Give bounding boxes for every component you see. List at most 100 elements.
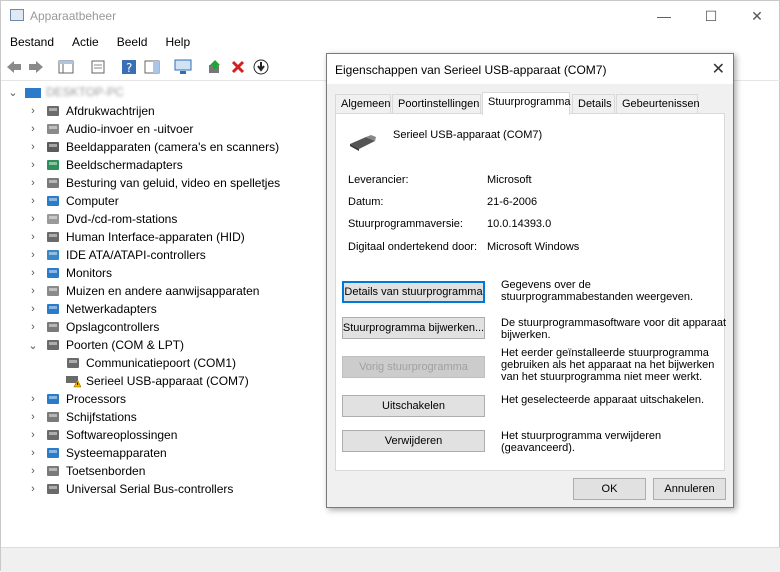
menu-beeld[interactable]: Beeld <box>108 31 157 53</box>
chevron-right-icon[interactable]: › <box>27 213 39 225</box>
tab-gebeurtenissen[interactable]: Gebeurtenissen <box>616 94 700 114</box>
menu-bestand[interactable]: Bestand <box>1 31 63 53</box>
chevron-right-icon[interactable]: › <box>27 465 39 477</box>
chevron-right-icon[interactable]: › <box>27 303 39 315</box>
tree-category[interactable]: › Human Interface-apparaten (HID) <box>27 228 245 246</box>
menu-help[interactable]: Help <box>156 31 199 53</box>
tree-category[interactable]: › Afdrukwachtrijen <box>27 102 155 120</box>
tree-item-label: Serieel USB-apparaat (COM7) <box>86 374 249 388</box>
chevron-right-icon[interactable]: › <box>27 393 39 405</box>
chevron-right-icon[interactable]: › <box>27 231 39 243</box>
uninstall-device-icon[interactable] <box>229 58 247 76</box>
minimize-button[interactable]: — <box>641 1 687 31</box>
tree-category[interactable]: › Dvd-/cd-rom-stations <box>27 210 177 228</box>
tree-item-label: Communicatiepoort (COM1) <box>86 356 237 370</box>
tree-child-item[interactable]: Serieel USB-apparaat (COM7) <box>47 372 249 390</box>
update-driver-icon[interactable] <box>206 58 224 76</box>
driver-tab-panel: Serieel USB-apparaat (COM7) Leverancier:… <box>335 113 726 471</box>
chevron-right-icon[interactable]: › <box>27 411 39 423</box>
tab-algemeen[interactable]: Algemeen <box>335 94 391 114</box>
chevron-right-icon[interactable]: › <box>27 105 39 117</box>
properties-icon[interactable] <box>89 58 107 76</box>
menu-bar: Bestand Actie Beeld Help <box>1 31 780 53</box>
maximize-button[interactable]: ☐ <box>688 1 734 31</box>
ok-button[interactable]: OK <box>573 478 646 500</box>
scan-hardware-icon[interactable] <box>174 58 192 76</box>
update-driver-button[interactable]: Stuurprogramma bijwerken... <box>342 317 485 339</box>
keyboard-icon <box>45 464 61 478</box>
chevron-right-icon[interactable]: › <box>27 249 39 261</box>
chevron-right-icon[interactable]: › <box>27 141 39 153</box>
close-button[interactable]: ✕ <box>734 1 780 31</box>
back-arrow-icon[interactable] <box>5 58 23 76</box>
tree-category[interactable]: › Besturing van geluid, video en spelletj… <box>27 174 280 192</box>
driver-details-button[interactable]: Details van stuurprogramma <box>342 281 485 303</box>
tree-category[interactable]: › IDE ATA/ATAPI-controllers <box>27 246 206 264</box>
tree-category[interactable]: › Beeldschermadapters <box>27 156 183 174</box>
tree-category[interactable]: › Toetsenborden <box>27 462 145 480</box>
tree-child-item[interactable]: Communicatiepoort (COM1) <box>47 354 236 372</box>
uninstall-driver-desc: Het stuurprogramma verwijderen (geavance… <box>501 430 662 454</box>
tree-item-label: Monitors <box>66 266 113 280</box>
computer-icon <box>45 194 61 208</box>
menu-actie[interactable]: Actie <box>63 31 108 53</box>
tree-category[interactable]: › Systeemapparaten <box>27 444 167 462</box>
tree-category[interactable]: › Audio-invoer en -uitvoer <box>27 120 193 138</box>
warning-port-icon <box>65 374 82 388</box>
tree-category[interactable]: › Computer <box>27 192 119 210</box>
chevron-right-icon[interactable]: › <box>27 429 39 441</box>
chevron-down-icon[interactable]: ⌄ <box>7 86 19 99</box>
svg-text:?: ? <box>126 61 132 75</box>
forward-arrow-icon[interactable] <box>27 58 45 76</box>
tree-category[interactable]: › Netwerkadapters <box>27 300 157 318</box>
chevron-right-icon[interactable]: › <box>27 123 39 135</box>
com-port-icon <box>65 356 81 370</box>
tree-item-label: Netwerkadapters <box>66 302 157 316</box>
prop-value-versie: 10.0.14393.0 <box>487 218 552 230</box>
tree-item-label: Besturing van geluid, video en spelletje… <box>66 176 281 190</box>
enable-device-icon[interactable] <box>252 58 270 76</box>
tree-category[interactable]: › Beeldapparaten (camera's en scanners) <box>27 138 279 156</box>
tree-category[interactable]: ⌄ Poorten (COM & LPT) <box>27 336 184 354</box>
help-icon[interactable]: ? <box>120 58 138 76</box>
tab-poortinstellingen[interactable]: Poortinstellingen <box>392 94 481 114</box>
show-hide-console-tree-icon[interactable] <box>57 58 75 76</box>
roll-back-driver-desc: Het eerder geïnstalleerde stuurprogramma… <box>501 347 715 383</box>
chevron-right-icon[interactable]: › <box>27 177 39 189</box>
tab-details[interactable]: Details <box>572 94 615 114</box>
tree-category[interactable]: › Universal Serial Bus-controllers <box>27 480 233 498</box>
chevron-right-icon[interactable]: › <box>27 267 39 279</box>
tree-category[interactable]: › Monitors <box>27 264 112 282</box>
tree-item-label: Softwareoplossingen <box>66 428 178 442</box>
uninstall-driver-button[interactable]: Verwijderen <box>342 430 485 452</box>
prop-value-datum: 21-6-2006 <box>487 196 538 208</box>
monitor-icon <box>45 266 61 280</box>
chevron-right-icon[interactable]: › <box>27 483 39 495</box>
tree-root-label: DESKTOP-PC <box>46 85 124 99</box>
cancel-button[interactable]: Annuleren <box>653 478 726 500</box>
tree-item-label: Processors <box>66 392 127 406</box>
tree-category[interactable]: › Processors <box>27 390 126 408</box>
chevron-right-icon[interactable]: › <box>27 285 39 297</box>
ide-icon <box>45 248 61 262</box>
chevron-right-icon[interactable]: › <box>27 447 39 459</box>
prop-value-leverancier: Microsoft <box>487 174 532 186</box>
tree-root[interactable]: ⌄ DESKTOP-PC <box>7 83 124 101</box>
chevron-right-icon[interactable]: › <box>27 159 39 171</box>
prop-label-ondertekend: Digitaal ondertekend door: <box>348 241 478 253</box>
chevron-right-icon[interactable]: › <box>27 195 39 207</box>
chevron-down-icon[interactable]: ⌄ <box>27 339 39 352</box>
disable-device-button[interactable]: Uitschakelen <box>342 395 485 417</box>
tab-stuurprogramma[interactable]: Stuurprogramma <box>482 92 571 115</box>
roll-back-driver-button[interactable]: Vorig stuurprogramma <box>342 356 485 378</box>
chevron-right-icon[interactable]: › <box>27 321 39 333</box>
dialog-close-icon[interactable]: ✕ <box>712 59 725 79</box>
tree-category[interactable]: › Muizen en andere aanwijsapparaten <box>27 282 259 300</box>
tree-category[interactable]: › Opslagcontrollers <box>27 318 159 336</box>
tree-category[interactable]: › Schijfstations <box>27 408 137 426</box>
tree-category[interactable]: › Softwareoplossingen <box>27 426 177 444</box>
action-pane-icon[interactable] <box>143 58 161 76</box>
storage-icon <box>45 320 61 334</box>
tree-item-label: Beeldapparaten (camera's en scanners) <box>66 140 280 154</box>
prop-label-versie: Stuurprogrammaversie: <box>348 218 463 230</box>
